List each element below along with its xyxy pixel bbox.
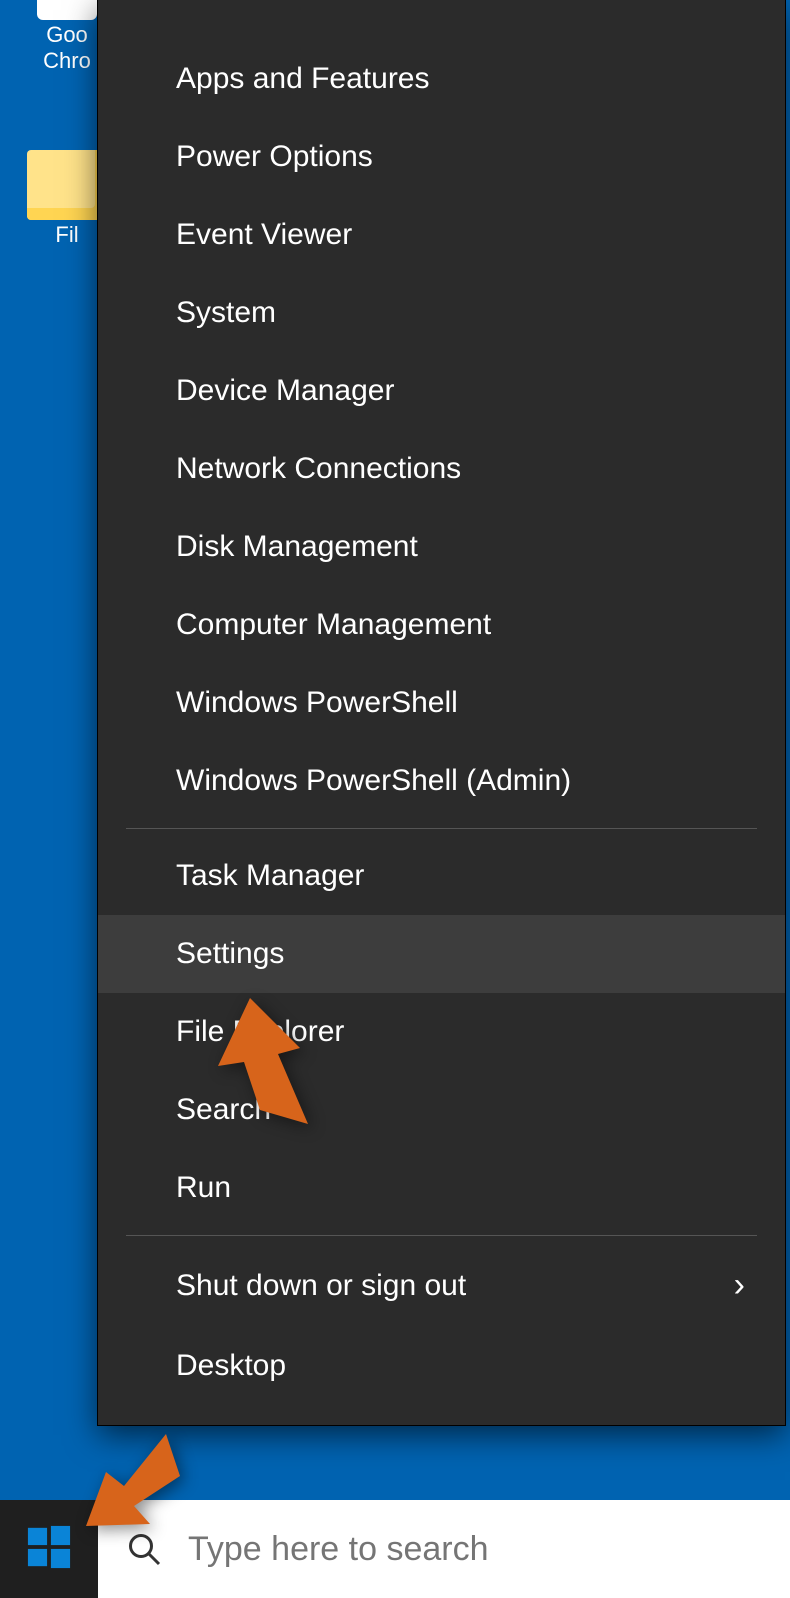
- menu-item-task-manager[interactable]: Task Manager: [98, 837, 785, 915]
- menu-item-apps-and-features[interactable]: Apps and Features: [98, 40, 785, 118]
- menu-item-label: Run: [176, 1171, 231, 1205]
- menu-item-label: Device Manager: [176, 374, 394, 408]
- menu-item-label: Apps and Features: [176, 62, 430, 96]
- menu-item-label: Event Viewer: [176, 218, 352, 252]
- menu-divider: [126, 828, 757, 829]
- start-button[interactable]: [0, 1500, 98, 1598]
- menu-item-search[interactable]: Search: [98, 1071, 785, 1149]
- menu-item-label: File Explorer: [176, 1015, 344, 1049]
- menu-item-label: Computer Management: [176, 608, 491, 642]
- menu-item-label: Search: [176, 1093, 271, 1127]
- menu-item-system[interactable]: System: [98, 274, 785, 352]
- menu-item-disk-management[interactable]: Disk Management: [98, 508, 785, 586]
- folder-icon: [27, 150, 107, 220]
- menu-item-label: Desktop: [176, 1349, 286, 1383]
- search-icon: [126, 1531, 162, 1567]
- menu-item-desktop[interactable]: Desktop: [98, 1327, 785, 1405]
- menu-divider: [126, 1235, 757, 1236]
- menu-item-power-options[interactable]: Power Options: [98, 118, 785, 196]
- menu-item-event-viewer[interactable]: Event Viewer: [98, 196, 785, 274]
- menu-item-label: System: [176, 296, 276, 330]
- menu-item-label: Settings: [176, 937, 284, 971]
- menu-item-settings[interactable]: Settings: [98, 915, 785, 993]
- search-input[interactable]: [186, 1529, 762, 1570]
- menu-item-run[interactable]: Run: [98, 1149, 785, 1227]
- menu-item-label: Power Options: [176, 140, 373, 174]
- taskbar-search[interactable]: [98, 1500, 790, 1598]
- menu-item-label: Task Manager: [176, 859, 364, 893]
- menu-item-windows-powershell-admin[interactable]: Windows PowerShell (Admin): [98, 742, 785, 820]
- start-context-menu: Apps and Features Power Options Event Vi…: [98, 0, 785, 1425]
- menu-item-network-connections[interactable]: Network Connections: [98, 430, 785, 508]
- menu-item-windows-powershell[interactable]: Windows PowerShell: [98, 664, 785, 742]
- menu-item-label: Shut down or sign out: [176, 1269, 466, 1303]
- chrome-icon: [37, 0, 97, 20]
- windows-logo-icon: [26, 1524, 72, 1575]
- menu-item-shut-down-or-sign-out[interactable]: Shut down or sign out ›: [98, 1244, 785, 1327]
- menu-item-label: Windows PowerShell (Admin): [176, 764, 571, 798]
- menu-item-label: Windows PowerShell: [176, 686, 458, 720]
- menu-item-device-manager[interactable]: Device Manager: [98, 352, 785, 430]
- menu-item-computer-management[interactable]: Computer Management: [98, 586, 785, 664]
- menu-item-label: Disk Management: [176, 530, 418, 564]
- taskbar: [0, 1500, 790, 1598]
- menu-item-label: Network Connections: [176, 452, 461, 486]
- chevron-right-icon: ›: [734, 1266, 745, 1305]
- menu-item-file-explorer[interactable]: File Explorer: [98, 993, 785, 1071]
